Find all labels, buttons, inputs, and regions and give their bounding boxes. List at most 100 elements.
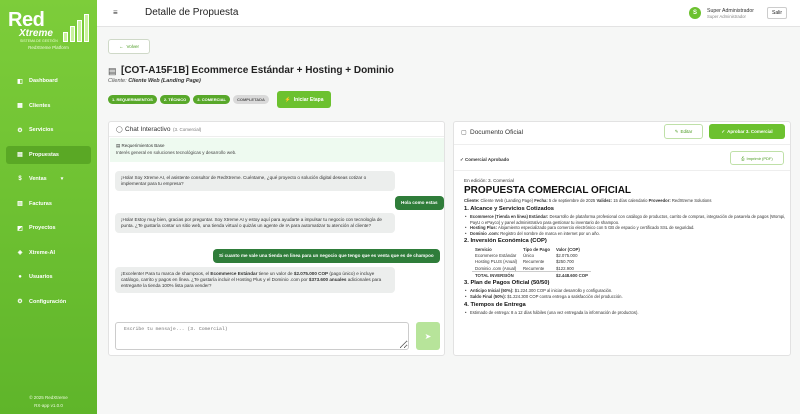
item-key: Saldo Final (50%): (470, 293, 507, 299)
item-value: $1.224.300 COP al iniciar desarrollo y c… (514, 288, 613, 294)
edit-button[interactable]: ✎ Editar (664, 124, 703, 139)
list-item: Dominio .com: Registro del nombre de mar… (464, 231, 789, 237)
investment-table: Servicio Tipo de Pago Valor (COP) Ecomme… (472, 246, 591, 279)
meta-value: RedXtreme Solutions (671, 198, 712, 203)
sidebar-item-clientes[interactable]: ▦ Clientes (6, 97, 91, 115)
list-item: Ecommerce (Tienda en línea) Estándar: De… (464, 214, 789, 225)
stage-progress: 1. REQUERIMIENTOS 2. TÉCNICO 3. COMERCIA… (108, 95, 269, 104)
document-title: Documento Oficial (470, 129, 524, 136)
column-header: Tipo de Pago (523, 246, 550, 252)
section-title: 2. Inversión Económica (COP) (464, 238, 547, 245)
sidebar-item-ventas[interactable]: $ Ventas ▾ (6, 170, 91, 188)
table-row: Hosting PLUS (Anual) Recurrente $250.700 (472, 259, 591, 265)
platform-name: RedXtreme Platform (28, 45, 69, 50)
sidebar-item-dashboard[interactable]: ◧ Dashboard (6, 72, 91, 90)
table-row: Ecommerce Estándar Único $2.075.000 (472, 253, 591, 259)
meta-key: Cliente: (464, 198, 480, 203)
hamburger-menu-icon[interactable]: ≡ (113, 8, 118, 17)
sidebar-item-usuarios[interactable]: ● Usuarios (6, 268, 91, 286)
send-button[interactable]: ➤ (416, 322, 440, 350)
table-total-row: TOTAL INVERSIÓN $2.448.600 COP (472, 271, 591, 279)
meta-key: Fecha: (534, 198, 548, 203)
page-title: Detalle de Propuesta (145, 7, 239, 18)
stage-badge: COMPLETADA (232, 95, 269, 104)
sidebar-item-label: Dashboard (29, 78, 58, 84)
sidebar-item-propuestas[interactable]: ▤ Propuestas (6, 145, 91, 164)
chat-header: ◯ Chat Interactivo (3. Comercial) (109, 122, 444, 137)
users-icon: ● (18, 274, 22, 280)
item-key: Dominio .com: (470, 230, 500, 236)
sidebar-item-configuracion[interactable]: ⚙ Configuración (6, 293, 91, 311)
footer-version: RX-app v1.0.0 (34, 403, 63, 408)
dashboard-icon: ◧ (17, 78, 23, 85)
table-cell: Recurrente (523, 265, 545, 271)
section-title: 1. Alcance y Servicios Cotizados (464, 206, 554, 212)
proposals-icon: ▤ (17, 152, 23, 158)
check-icon: ✓ (721, 128, 726, 134)
start-stage-button[interactable]: ⚡ Iniciar Etapa (277, 91, 331, 108)
brand-logo[interactable]: Red Xtreme SISTEMA DE GESTIÓN (8, 10, 90, 50)
chat-input[interactable] (115, 322, 409, 350)
bolt-icon: ⚡ (284, 96, 291, 103)
footer-copyright: © 2025 RedXtreme (29, 395, 68, 400)
msg-bold: Ecommerce Estándar (210, 271, 258, 276)
avatar[interactable]: S (689, 7, 701, 19)
start-stage-label: Iniciar Etapa (293, 96, 324, 103)
printer-icon: ⎙ (741, 155, 745, 161)
sidebar-item-label: Configuración (29, 298, 67, 305)
msg-bold: $2.075.000 COP (293, 271, 329, 276)
approve-label: Aprobar 3. Comercial (727, 129, 773, 134)
sidebar-item-label: Facturas (29, 200, 52, 207)
user-role: Super Administrador (707, 14, 746, 19)
item-value: Estimado de entrega: 8 a 12 días hábiles… (470, 309, 639, 315)
approve-button[interactable]: ✓ Aprobar 3. Comercial (709, 124, 785, 139)
requirements-title-text: Requerimientos Base (121, 143, 165, 148)
table-cell: $2.448.600 COP (552, 271, 591, 279)
sidebar-item-label: Ventas (29, 176, 47, 182)
chat-message-user: Hola como estas (395, 196, 444, 210)
meta-value: 5 de septiembre de 2025 (548, 198, 596, 203)
chat-icon: ◯ (116, 127, 123, 133)
print-label: Imprimir (PDF) (746, 155, 773, 161)
client-line: Cliente: Cliente Web (Landing Page) (108, 78, 201, 84)
check-icon: ✓ (460, 157, 464, 162)
stage-badge: 3. COMERCIAL (193, 95, 230, 104)
invoices-icon: ▥ (17, 201, 23, 207)
document-panel: ▢ Documento Oficial ✎ Editar ✓ Aprobar 3… (453, 121, 791, 356)
requirements-box: ▤ Requerimientos Base Interés general en… (110, 138, 444, 162)
projects-icon: ◩ (17, 225, 23, 232)
send-icon: ➤ (424, 331, 432, 341)
sidebar-item-proyectos[interactable]: ◩ Proyectos (6, 219, 91, 237)
table-cell: Hosting PLUS (Anual) (475, 259, 518, 265)
item-key: Anticipo Inicial (50%): (470, 288, 514, 294)
document-meta: Cliente: Cliente Web (Landing Page) Fech… (464, 198, 789, 203)
print-button[interactable]: ⎙ Imprimir (PDF) (730, 151, 784, 165)
approved-status: ✓ Comercial Aprobado (460, 157, 509, 163)
msg-text: ¡Excelente! Para tu marca de shampoos, e… (121, 271, 211, 276)
back-button[interactable]: ← Volver (108, 39, 150, 54)
logo-main-text: Red (8, 9, 45, 31)
sidebar-item-facturas[interactable]: ▥ Facturas (6, 195, 91, 213)
sidebar: Red Xtreme SISTEMA DE GESTIÓN RedXtreme … (0, 0, 97, 414)
topbar: ≡ Detalle de Propuesta S Super Administr… (97, 0, 800, 27)
logo-tag-text: SISTEMA DE GESTIÓN (20, 39, 58, 43)
table-header: Servicio Tipo de Pago Valor (COP) (472, 246, 591, 252)
table-cell: $122.900 (555, 265, 574, 271)
section-title: 3. Plan de Pagos Oficial (50/50) (464, 280, 550, 287)
document-icon: ▤ (108, 66, 117, 76)
item-value: $1.224.300 COP contra entrega a satisfac… (507, 293, 623, 299)
sidebar-item-servicios[interactable]: ⚙ Servicios (6, 121, 91, 139)
item-value: Alojamiento especializado para comercio … (497, 225, 695, 231)
table-cell (520, 271, 553, 279)
edition-label: En edición: 3. Comercial (464, 178, 514, 183)
services-icon: ⚙ (17, 127, 23, 134)
sidebar-item-xtreme-ai[interactable]: ◈ Xtreme-AI (6, 244, 91, 262)
table-cell: Dominio .com (Anual) (475, 265, 517, 271)
table-cell: TOTAL INVERSIÓN (472, 271, 521, 279)
sidebar-item-label: Usuarios (29, 274, 53, 280)
logo-bars-icon (63, 14, 89, 42)
document-body: En edición: 3. Comercial PROPUESTA COMER… (464, 178, 789, 315)
proposal-title: [COT-A15F1B] Ecommerce Estándar + Hostin… (121, 65, 394, 76)
logout-button[interactable]: Salir (767, 7, 787, 19)
item-value: Registro del nombre de marca en internet… (500, 230, 600, 236)
